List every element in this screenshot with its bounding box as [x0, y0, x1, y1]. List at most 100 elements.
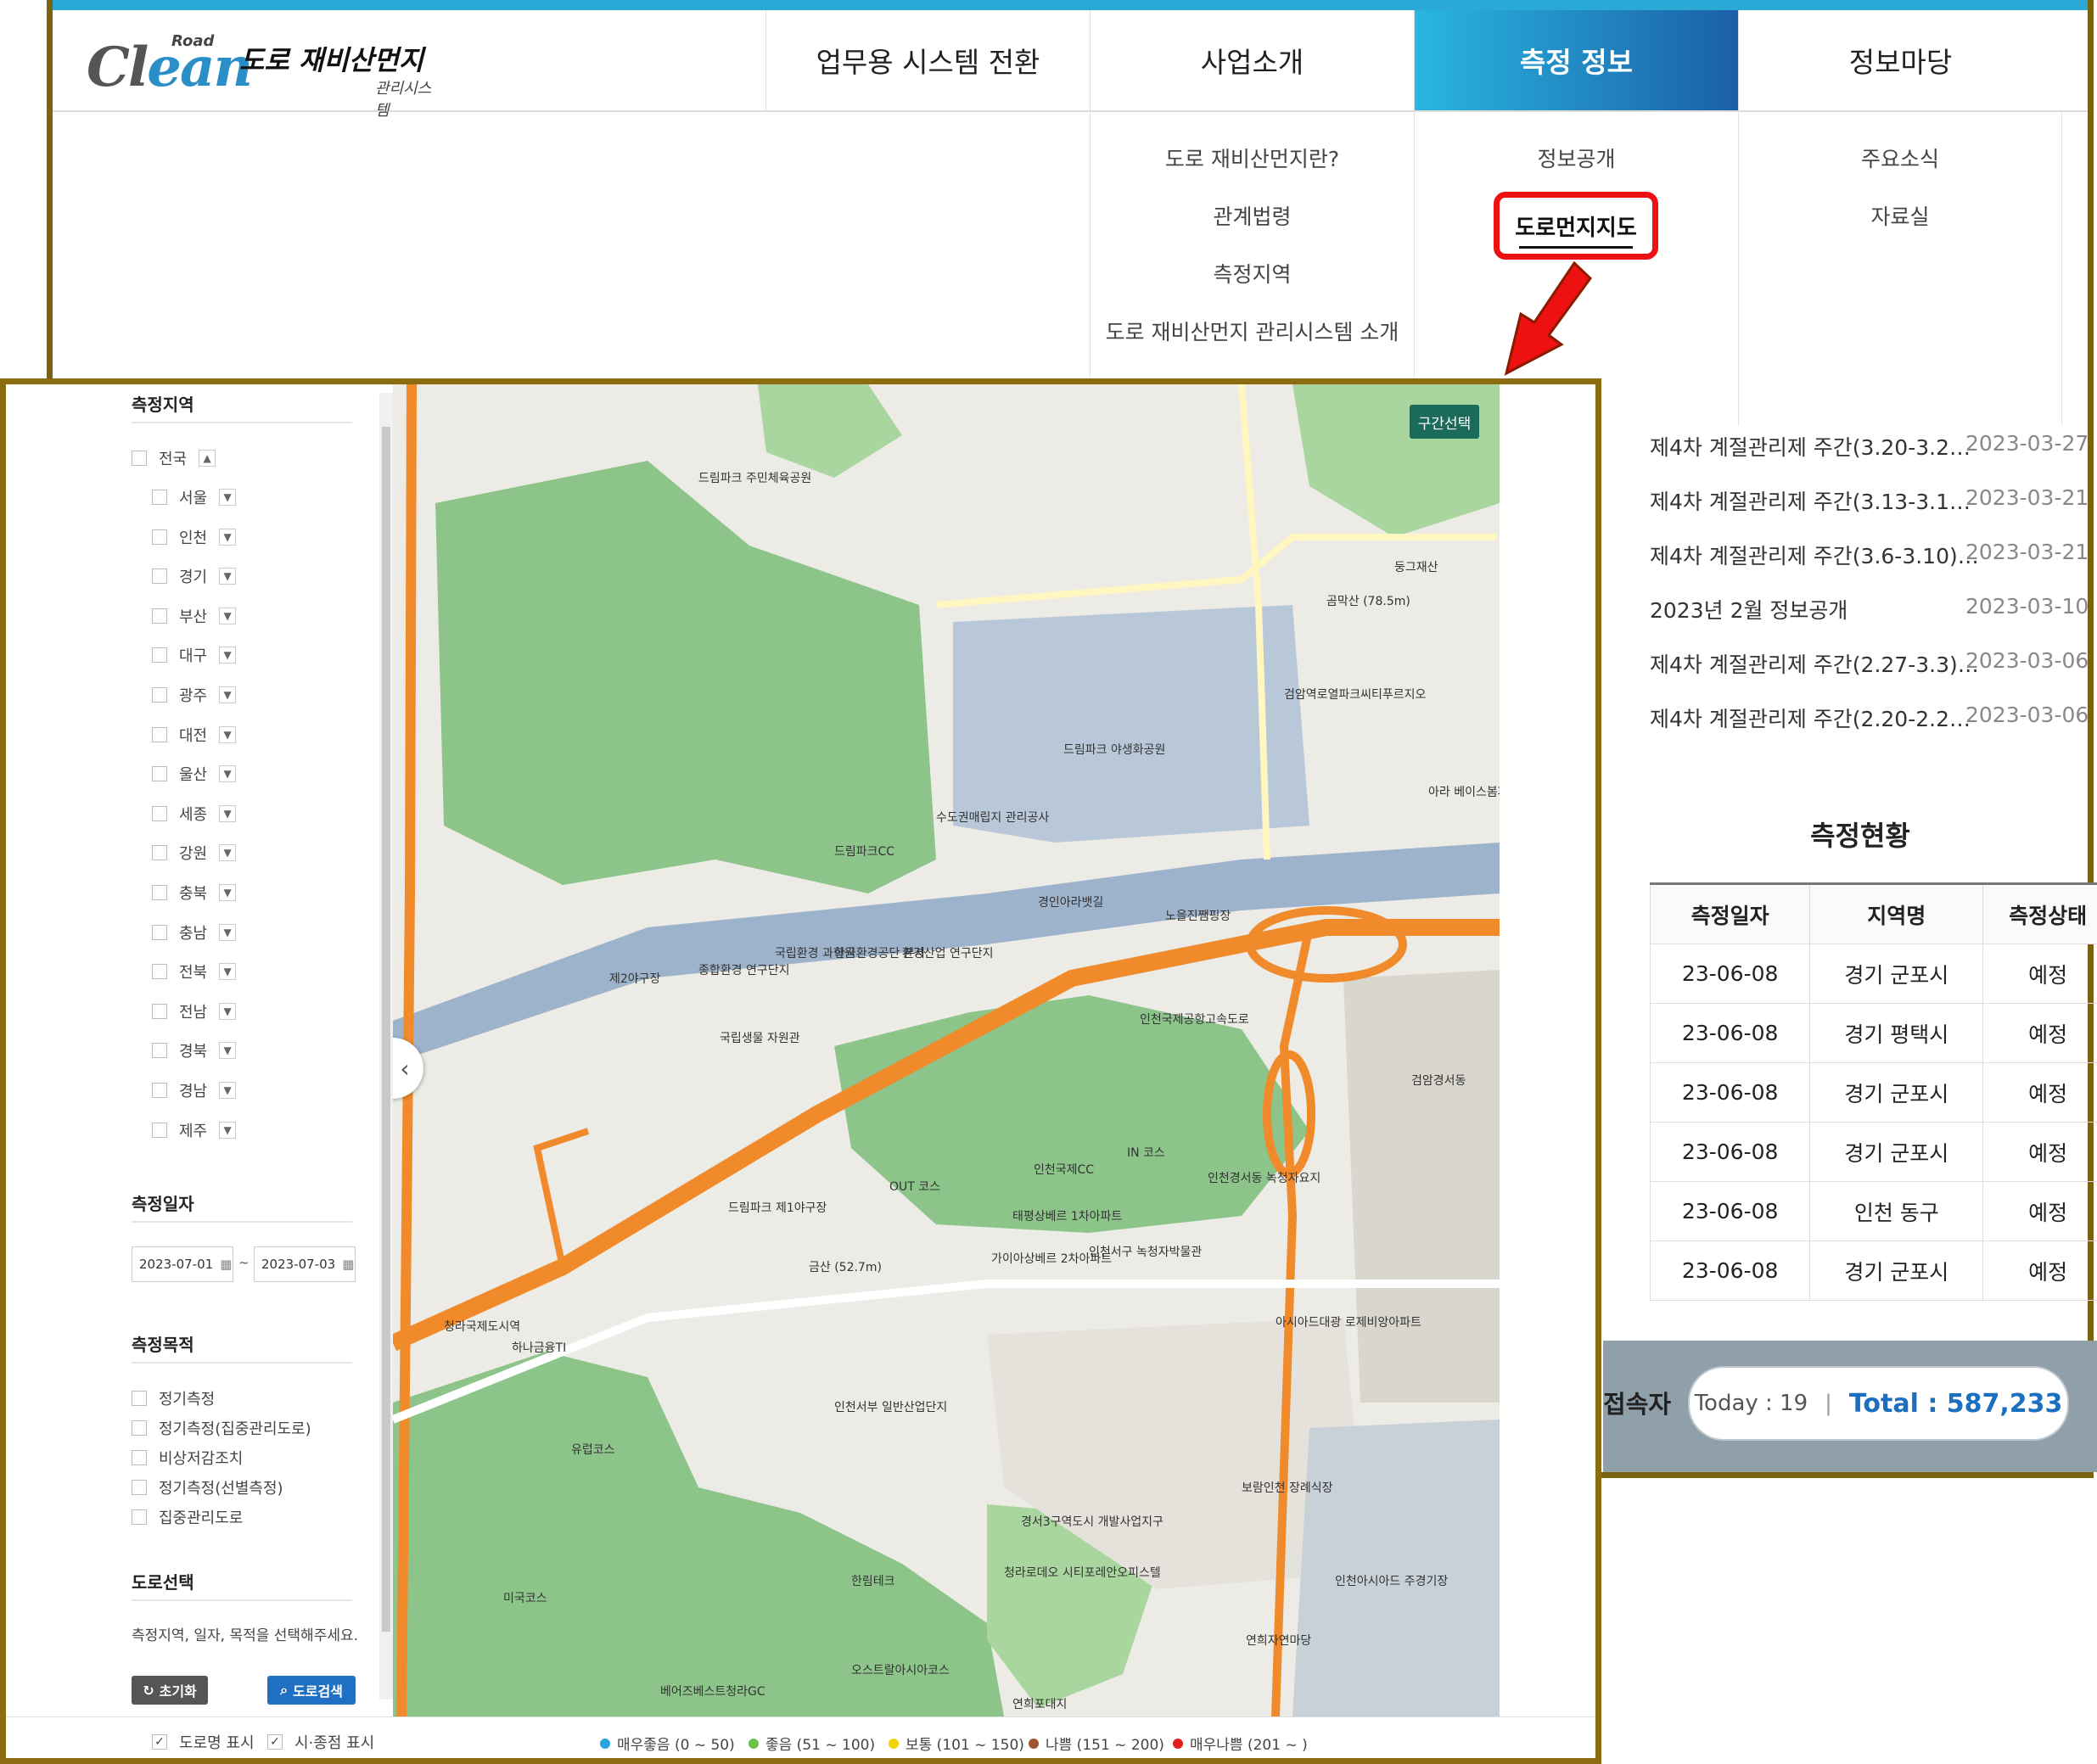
road-search-button[interactable]: ⌕ 도로검색: [267, 1676, 356, 1705]
site-logo[interactable]: Clean Road 도로 재비산먼지 관리시스템: [87, 27, 443, 120]
nav-info-plaza[interactable]: 정보마당: [1738, 10, 2062, 110]
checkbox[interactable]: [152, 1003, 167, 1019]
checkbox-checked[interactable]: ✓: [267, 1734, 283, 1750]
region-item[interactable]: 제주 ▼: [152, 1119, 237, 1141]
news-item[interactable]: 제4차 계절관리제 주간(3.6-3.10)… 2023-03-21: [1650, 540, 2091, 594]
region-item[interactable]: 전남 ▼: [152, 1000, 237, 1022]
region-item[interactable]: 대구 ▼: [152, 644, 237, 666]
chevron-down-icon[interactable]: ▼: [219, 725, 237, 743]
chevron-down-icon[interactable]: ▼: [219, 1121, 237, 1139]
checkbox[interactable]: [132, 1480, 147, 1495]
checkbox[interactable]: [152, 766, 167, 782]
menu-info-disclosure[interactable]: 정보공개: [1415, 129, 1738, 187]
news-item[interactable]: 제4차 계절관리제 주간(2.20-2.2… 2023-03-06: [1650, 703, 2091, 757]
region-item[interactable]: 부산 ▼: [152, 605, 237, 627]
table-row[interactable]: 23-06-08 경기 군포시 예정: [1649, 1240, 2097, 1301]
region-all-row[interactable]: 전국 ▲: [132, 447, 216, 469]
purpose-item[interactable]: 집중관리도로: [132, 1506, 243, 1528]
checkbox[interactable]: [132, 1509, 147, 1525]
purpose-item[interactable]: 비상저감조치: [132, 1447, 243, 1469]
sidebar-scrollbar[interactable]: [379, 393, 393, 1700]
checkbox[interactable]: [152, 647, 167, 664]
news-item[interactable]: 제4차 계절관리제 주간(2.27-3.3)… 2023-03-06: [1650, 648, 2091, 703]
chevron-down-icon[interactable]: ▼: [219, 489, 237, 506]
menu-system-intro[interactable]: 도로 재비산먼지 관리시스템 소개: [1091, 302, 1414, 360]
checkbox[interactable]: [152, 885, 167, 900]
purpose-item[interactable]: 정기측정(선별측정): [132, 1476, 283, 1498]
chevron-down-icon[interactable]: ▼: [219, 923, 237, 941]
chevron-down-icon[interactable]: ▼: [219, 844, 237, 862]
section-select-button[interactable]: 구간선택: [1410, 405, 1479, 439]
checkbox[interactable]: [152, 529, 167, 545]
date-from-input[interactable]: 2023-07-01 ▦: [132, 1246, 233, 1282]
checkbox[interactable]: [152, 1122, 167, 1138]
menu-what-is-dust[interactable]: 도로 재비산먼지란?: [1091, 129, 1414, 187]
region-item[interactable]: 인천 ▼: [152, 526, 237, 548]
chevron-down-icon[interactable]: ▼: [219, 1042, 237, 1060]
purpose-item[interactable]: 정기측정(집중관리도로): [132, 1417, 311, 1439]
checkbox[interactable]: [132, 1391, 147, 1406]
news-item[interactable]: 제4차 계절관리제 주간(3.13-3.1… 2023-03-21: [1650, 485, 2091, 540]
region-item[interactable]: 강원 ▼: [152, 842, 237, 864]
chevron-down-icon[interactable]: ▼: [219, 686, 237, 703]
region-item[interactable]: 전북 ▼: [152, 960, 237, 983]
nav-business-intro[interactable]: 사업소개: [1090, 10, 1414, 110]
table-row[interactable]: 23-06-08 경기 군포시 예정: [1649, 1122, 2097, 1182]
region-item[interactable]: 경기 ▼: [152, 565, 237, 587]
menu-regions[interactable]: 측정지역: [1091, 244, 1414, 302]
checkbox[interactable]: [152, 805, 167, 821]
checkbox-checked[interactable]: ✓: [152, 1734, 167, 1750]
table-row[interactable]: 23-06-08 인천 동구 예정: [1649, 1181, 2097, 1241]
chevron-down-icon[interactable]: ▼: [219, 607, 237, 624]
checkbox[interactable]: [152, 1043, 167, 1059]
news-item[interactable]: 2023년 2월 정보공개 2023-03-10: [1650, 594, 2091, 648]
table-row[interactable]: 23-06-08 경기 군포시 예정: [1649, 944, 2097, 1004]
chevron-down-icon[interactable]: ▼: [219, 647, 237, 664]
menu-laws[interactable]: 관계법령: [1091, 187, 1414, 244]
menu-main-news[interactable]: 주요소식: [1739, 129, 2061, 187]
calendar-icon[interactable]: ▦: [342, 1257, 354, 1272]
region-item[interactable]: 세종 ▼: [152, 803, 237, 825]
table-row[interactable]: 23-06-08 경기 평택시 예정: [1649, 1003, 2097, 1063]
road-dust-map[interactable]: 드림파크 주민체육공원 드림파크 야생화공원 수도권매립지 관리공사 드림파크CC 경인…: [393, 384, 1500, 1716]
nav-system-switch[interactable]: 업무용 시스템 전환: [765, 10, 1090, 110]
show-points-toggle[interactable]: ✓ 시·종점 표시: [267, 1731, 374, 1753]
checkbox[interactable]: [152, 687, 167, 703]
chevron-down-icon[interactable]: ▼: [219, 568, 237, 585]
chevron-down-icon[interactable]: ▼: [219, 1002, 237, 1020]
region-item[interactable]: 울산 ▼: [152, 763, 237, 785]
chevron-down-icon[interactable]: ▼: [219, 804, 237, 822]
checkbox[interactable]: [152, 490, 167, 505]
reset-button[interactable]: ↻ 초기화: [132, 1676, 208, 1705]
checkbox[interactable]: [132, 451, 147, 466]
table-row[interactable]: 23-06-08 경기 군포시 예정: [1649, 1062, 2097, 1123]
calendar-icon[interactable]: ▦: [220, 1257, 232, 1272]
chevron-down-icon[interactable]: ▼: [219, 884, 237, 901]
checkbox[interactable]: [152, 568, 167, 585]
checkbox[interactable]: [152, 1083, 167, 1098]
checkbox[interactable]: [132, 1450, 147, 1465]
checkbox[interactable]: [152, 845, 167, 861]
menu-road-dust-map[interactable]: 도로먼지지도: [1494, 192, 1658, 260]
chevron-down-icon[interactable]: ▼: [219, 765, 237, 783]
checkbox[interactable]: [132, 1420, 147, 1436]
date-to-input[interactable]: 2023-07-03 ▦: [254, 1246, 356, 1282]
show-road-names-toggle[interactable]: ✓ 도로명 표시: [152, 1731, 255, 1753]
scroll-thumb[interactable]: [382, 427, 390, 1632]
region-item[interactable]: 서울 ▼: [152, 486, 237, 508]
checkbox[interactable]: [152, 726, 167, 742]
chevron-up-icon[interactable]: ▲: [199, 450, 216, 467]
checkbox[interactable]: [152, 608, 167, 624]
region-item[interactable]: 경북 ▼: [152, 1039, 237, 1061]
region-item[interactable]: 충북 ▼: [152, 882, 237, 904]
chevron-down-icon[interactable]: ▼: [219, 1082, 237, 1099]
region-item[interactable]: 대전 ▼: [152, 724, 237, 746]
chevron-down-icon[interactable]: ▼: [219, 963, 237, 981]
checkbox[interactable]: [152, 964, 167, 980]
news-item[interactable]: 제4차 계절관리제 주간(3.20-3.2… 2023-03-27: [1650, 431, 2091, 485]
nav-measurement-info[interactable]: 측정 정보: [1414, 10, 1738, 110]
chevron-down-icon[interactable]: ▼: [219, 528, 237, 546]
menu-archive[interactable]: 자료실: [1739, 187, 2061, 244]
region-item[interactable]: 광주 ▼: [152, 684, 237, 706]
region-item[interactable]: 충남 ▼: [152, 921, 237, 944]
